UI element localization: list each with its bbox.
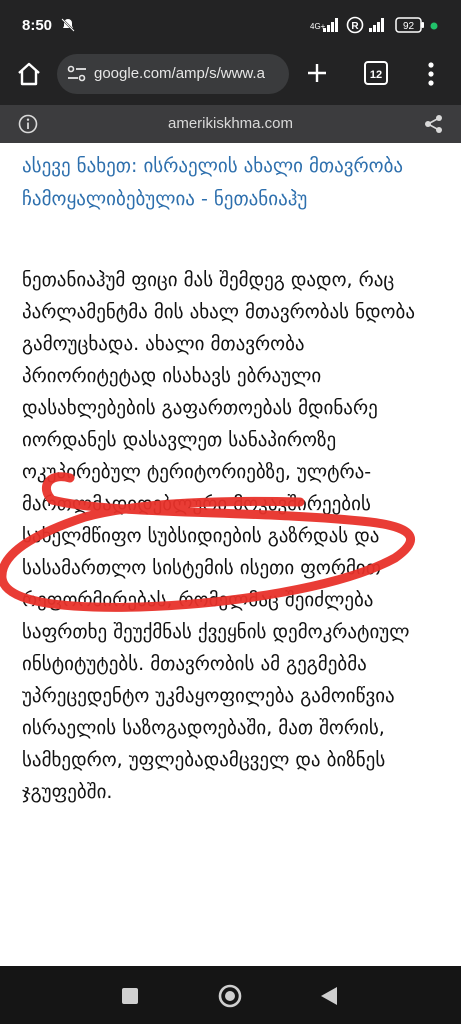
amp-header-bar: amerikiskhma.com (0, 105, 461, 143)
battery-icon: 92 (395, 16, 425, 34)
battery-level: 92 (403, 21, 415, 32)
status-time: 8:50 (22, 17, 53, 34)
roaming-icon: R (346, 16, 364, 34)
url-text[interactable]: google.com/amp/s/www.a (94, 65, 280, 82)
dot-icon (430, 22, 438, 30)
site-settings-icon[interactable] (67, 65, 87, 83)
home-circle-icon[interactable] (218, 984, 242, 1008)
menu-icon[interactable] (426, 61, 436, 87)
recents-icon[interactable] (122, 988, 138, 1004)
new-tab-icon[interactable] (305, 61, 329, 85)
share-icon[interactable] (424, 114, 444, 134)
home-icon[interactable] (16, 61, 42, 87)
back-icon[interactable] (320, 986, 338, 1006)
signal-icon (322, 17, 340, 33)
notification-mute-icon (60, 17, 76, 33)
tab-count: 12 (369, 69, 383, 81)
amp-domain[interactable]: amerikiskhma.com (0, 115, 461, 132)
related-article-link[interactable]: ასევე ნახეთ: ისრაელის ახალი მთავრობა ჩამ… (22, 150, 442, 216)
browser-toolbar: google.com/amp/s/www.a 12 (0, 50, 461, 105)
signal-icon-2 (368, 17, 386, 33)
tab-switcher-icon[interactable]: 12 (364, 61, 388, 85)
address-bar[interactable]: google.com/amp/s/www.a (57, 54, 289, 94)
status-bar: 8:50 4G+ R 92 (0, 0, 461, 50)
system-navigation-bar (0, 966, 461, 1024)
svg-text:R: R (351, 21, 359, 32)
red-scribble-annotation (0, 472, 415, 612)
